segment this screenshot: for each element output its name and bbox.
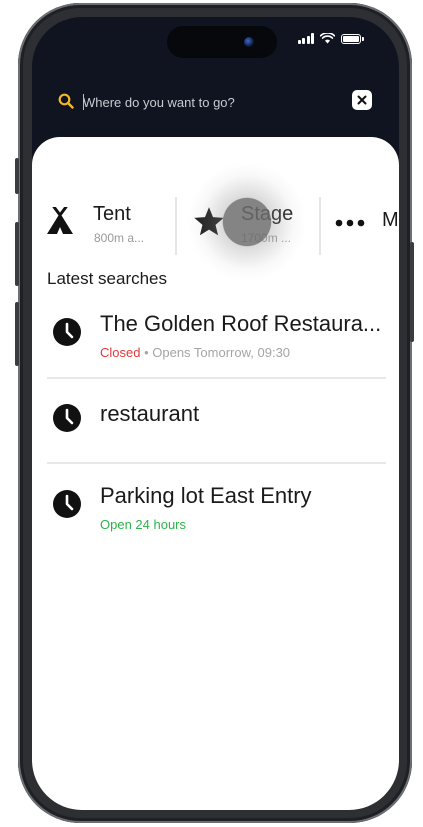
search-sheet: Tent 800m a... Stage 1700m ... M Latest … bbox=[32, 137, 399, 810]
more-dots-icon bbox=[335, 219, 365, 227]
category-name: Tent bbox=[93, 203, 131, 225]
category-name: Stage bbox=[241, 203, 294, 225]
volume-up-button bbox=[15, 222, 19, 286]
battery-icon bbox=[341, 33, 364, 44]
clock-icon bbox=[53, 404, 81, 432]
screen: Tent 800m a... Stage 1700m ... M Latest … bbox=[32, 17, 399, 810]
category-tent[interactable]: Tent 800m a... bbox=[32, 187, 172, 247]
search-icon bbox=[58, 93, 74, 109]
recent-search-title: Parking lot East Entry bbox=[100, 483, 312, 508]
clock-icon bbox=[53, 318, 81, 346]
clock-icon bbox=[53, 490, 81, 518]
recent-search-title: The Golden Roof Restaura... bbox=[100, 311, 382, 336]
list-divider bbox=[47, 377, 386, 379]
list-divider bbox=[47, 462, 386, 464]
recent-search-item[interactable]: The Golden Roof Restaura... Closed • Ope… bbox=[47, 309, 386, 369]
status-separator: • bbox=[140, 345, 153, 360]
category-name: M bbox=[382, 209, 399, 231]
star-icon bbox=[194, 207, 224, 236]
search-input[interactable] bbox=[83, 92, 333, 112]
recent-search-status: Closed • Opens Tomorrow, 09:30 bbox=[100, 345, 290, 360]
category-divider bbox=[175, 197, 177, 255]
status-closed: Closed bbox=[100, 345, 141, 360]
recent-search-item[interactable]: Parking lot East Entry Open 24 hours bbox=[47, 481, 386, 541]
search-bar[interactable] bbox=[58, 89, 372, 115]
category-distance: 800m a... bbox=[94, 231, 145, 245]
category-carousel[interactable]: Tent 800m a... Stage 1700m ... M bbox=[32, 162, 399, 282]
text-caret bbox=[83, 94, 84, 110]
dynamic-island bbox=[167, 26, 277, 58]
category-stage[interactable]: Stage 1700m ... bbox=[182, 187, 317, 247]
wifi-icon bbox=[320, 33, 335, 44]
recent-search-title: restaurant bbox=[100, 401, 200, 426]
power-button bbox=[410, 242, 414, 342]
status-bar-icons bbox=[297, 33, 364, 44]
action-button bbox=[15, 158, 19, 194]
signal-icon bbox=[297, 33, 314, 44]
camera bbox=[244, 37, 254, 47]
volume-down-button bbox=[15, 302, 19, 366]
tent-icon bbox=[47, 207, 73, 234]
category-divider bbox=[319, 197, 321, 255]
category-more[interactable]: M bbox=[327, 187, 399, 247]
close-icon bbox=[357, 95, 367, 105]
recent-search-status: Open 24 hours bbox=[100, 517, 187, 532]
clear-search-button[interactable] bbox=[352, 90, 372, 110]
latest-searches-heading: Latest searches bbox=[47, 269, 168, 288]
category-distance: 1700m ... bbox=[241, 231, 292, 245]
recent-search-item[interactable]: restaurant bbox=[47, 397, 386, 447]
opening-hours: Opens Tomorrow, 09:30 bbox=[152, 345, 291, 360]
